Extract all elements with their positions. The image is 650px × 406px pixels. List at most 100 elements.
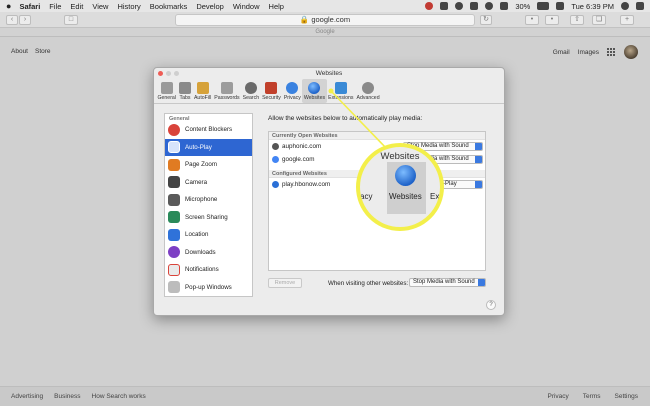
- tab-search[interactable]: Search: [241, 79, 260, 103]
- tab-security[interactable]: Security: [261, 79, 283, 103]
- sidebar-toggle-button[interactable]: □: [64, 15, 78, 25]
- stop-sign-icon: [168, 123, 180, 136]
- magnifier-icon: [244, 82, 257, 94]
- privacy-link[interactable]: Privacy: [547, 393, 568, 400]
- menu-safari[interactable]: Safari: [19, 2, 40, 11]
- sidebar-header: General: [169, 116, 190, 122]
- advertising-link[interactable]: Advertising: [11, 393, 43, 400]
- new-tab-button[interactable]: +: [620, 15, 634, 25]
- terms-link[interactable]: Terms: [583, 393, 601, 400]
- google-top-left-links: About Store: [11, 48, 51, 55]
- wifi-icon[interactable]: [485, 2, 494, 10]
- menu-view[interactable]: View: [92, 2, 108, 11]
- sync-icon[interactable]: [455, 2, 464, 10]
- menu-window[interactable]: Window: [233, 2, 260, 11]
- tab-label: Privacy: [283, 95, 301, 101]
- tab-bar[interactable]: Google: [0, 28, 650, 37]
- tab-label: Extensions: [328, 95, 354, 101]
- menu-edit[interactable]: Edit: [70, 2, 83, 11]
- clock[interactable]: Tue 6:39 PM: [571, 2, 614, 11]
- sidebar-item-pop-up-windows[interactable]: Pop-up Windows: [165, 279, 252, 297]
- tab-general[interactable]: General: [156, 79, 177, 103]
- menu-develop[interactable]: Develop: [196, 2, 224, 11]
- google-footer: Advertising Business How Search works Pr…: [0, 386, 650, 406]
- minimize-icon[interactable]: [166, 71, 171, 76]
- popup-window-icon: [168, 281, 180, 294]
- battery-percent[interactable]: 30%: [515, 2, 530, 11]
- remove-button[interactable]: Remove: [268, 278, 302, 288]
- google-top-right-links: Gmail Images: [553, 45, 638, 59]
- tab-tabs[interactable]: Tabs: [177, 79, 192, 103]
- screen-sharing-icon: [168, 211, 180, 224]
- airplay-icon[interactable]: [470, 2, 479, 10]
- zoom-websites-label: Websites: [389, 192, 422, 201]
- battery-icon[interactable]: [537, 2, 550, 10]
- hbonow-favicon-icon: [272, 181, 279, 188]
- images-link[interactable]: Images: [578, 49, 599, 56]
- tab-extensions[interactable]: Extensions: [327, 79, 355, 103]
- status-app-icon[interactable]: [425, 2, 434, 10]
- other-websites-select[interactable]: Stop Media with Sound: [409, 278, 486, 287]
- zoom-title: Websites: [380, 151, 420, 162]
- tab-title[interactable]: Google: [315, 29, 334, 35]
- microphone-icon: [168, 193, 180, 206]
- menu-file[interactable]: File: [49, 2, 61, 11]
- flag-icon[interactable]: [556, 2, 565, 10]
- notification-center-icon[interactable]: [636, 2, 644, 10]
- how-search-works-link[interactable]: How Search works: [92, 393, 146, 400]
- menu-help[interactable]: Help: [269, 2, 284, 11]
- sidebar-item-location[interactable]: Location: [165, 226, 252, 244]
- close-icon[interactable]: [158, 71, 163, 76]
- tab-label: AutoFill: [193, 95, 212, 101]
- business-link[interactable]: Business: [54, 393, 80, 400]
- spotlight-icon[interactable]: [621, 2, 629, 10]
- tab-websites[interactable]: Websites: [302, 79, 327, 103]
- sidebar-item-content-blockers[interactable]: Content Blockers: [165, 121, 252, 139]
- gmail-link[interactable]: Gmail: [553, 49, 570, 56]
- tab-passwords[interactable]: Passwords: [213, 79, 241, 103]
- sidebar-item-page-zoom[interactable]: Page Zoom: [165, 156, 252, 174]
- sidebar-item-auto-play[interactable]: Auto-Play: [165, 138, 252, 156]
- extension-button[interactable]: •: [525, 15, 539, 25]
- website-name: google.com: [282, 156, 315, 163]
- select-value: Stop Media with Sound: [413, 279, 475, 285]
- apps-grid-icon[interactable]: [607, 47, 616, 57]
- menu-history[interactable]: History: [117, 2, 140, 11]
- avatar[interactable]: [624, 45, 638, 59]
- sidebar-item-camera[interactable]: Camera: [165, 174, 252, 192]
- sidebar-item-microphone[interactable]: Microphone: [165, 191, 252, 209]
- forward-button[interactable]: ›: [19, 15, 31, 25]
- globe-icon: [395, 165, 416, 186]
- preference-tabs: General Tabs AutoFill Passwords Search S…: [154, 79, 504, 104]
- show-tabs-button[interactable]: ❏: [592, 15, 606, 25]
- volume-icon[interactable]: [500, 2, 509, 10]
- help-button[interactable]: ?: [486, 300, 496, 310]
- sidebar-item-downloads[interactable]: Downloads: [165, 244, 252, 262]
- share-button[interactable]: ⇧: [570, 15, 584, 25]
- tab-label: Passwords: [214, 95, 240, 101]
- sidebar-item-label: Content Blockers: [185, 126, 233, 134]
- tab-label: General: [157, 95, 176, 101]
- dropbox-icon[interactable]: [440, 2, 449, 10]
- reader-button[interactable]: •: [545, 15, 559, 25]
- zoom-window-icon[interactable]: [174, 71, 179, 76]
- switch-icon: [160, 82, 173, 94]
- store-link[interactable]: Store: [35, 48, 51, 55]
- apple-menu-icon[interactable]: ●: [6, 1, 11, 11]
- open-websites-header: Currently Open Websites: [269, 132, 485, 140]
- about-link[interactable]: About: [11, 48, 28, 55]
- sidebar-item-screen-sharing[interactable]: Screen Sharing: [165, 209, 252, 227]
- tab-autofill[interactable]: AutoFill: [192, 79, 212, 103]
- menu-bookmarks[interactable]: Bookmarks: [150, 2, 188, 11]
- back-button[interactable]: ‹: [6, 15, 18, 25]
- settings-link[interactable]: Settings: [615, 393, 639, 400]
- macos-menu-bar: ● Safari File Edit View History Bookmark…: [0, 0, 650, 12]
- address-bar[interactable]: 🔒 google.com: [175, 14, 475, 26]
- sidebar-item-notifications[interactable]: Notifications: [165, 261, 252, 279]
- sidebar-item-label: Screen Sharing: [185, 213, 228, 221]
- tab-privacy[interactable]: Privacy: [282, 79, 302, 103]
- tab-label: Search: [242, 95, 260, 101]
- reload-button[interactable]: ↻: [480, 15, 492, 25]
- tab-advanced[interactable]: Advanced: [355, 79, 381, 103]
- window-title-bar[interactable]: Websites: [154, 68, 504, 79]
